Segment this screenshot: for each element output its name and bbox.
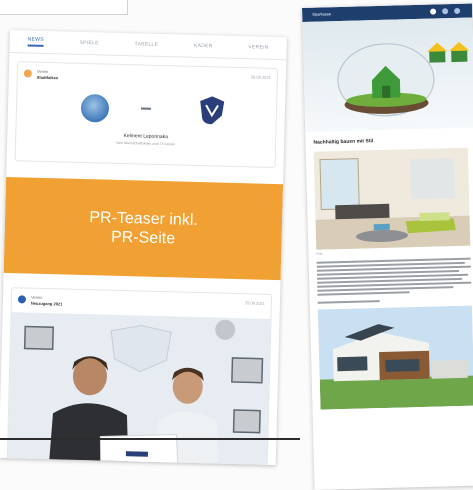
post-date: 28.08.2021 — [250, 74, 271, 80]
app-screenshot-article: Sparkasse Nachhaltig bauen mit Stil Foto — [302, 3, 473, 490]
house-image — [317, 305, 473, 410]
app-title: Sparkasse — [312, 11, 332, 17]
top-frame — [0, 0, 128, 15]
living-room-image — [313, 147, 471, 250]
match-preview: Kelment Leporinaka Vom Mannschaftskreis … — [16, 80, 277, 167]
teaser-line-2: PR-Seite — [110, 228, 176, 248]
signing-photo — [7, 312, 271, 466]
tab-verein[interactable]: VEREIN — [248, 44, 269, 51]
club-crest-icon — [200, 96, 225, 125]
news-card-match[interactable]: Verein Stadtfalken 28.08.2021 Kelment Le… — [14, 61, 279, 168]
article-body — [316, 257, 472, 304]
account-icon[interactable] — [430, 8, 437, 15]
menu-icon[interactable] — [454, 7, 461, 15]
tab-spiele[interactable]: SPIELE — [79, 40, 98, 47]
post-subtitle: Stadtfalken — [36, 74, 59, 81]
article-headline: Nachhaltig bauen mit Stil — [313, 138, 374, 146]
post-subtitle: Neuzugang 2021 — [30, 300, 63, 307]
club-avatar — [17, 295, 27, 304]
divider-line — [0, 438, 300, 440]
share-icon[interactable] — [442, 8, 449, 15]
tab-news[interactable]: NEWS — [27, 36, 44, 47]
teaser-line-1: PR-Teaser inkl. — [89, 209, 199, 229]
pr-teaser-banner[interactable]: PR-Teaser inkl. PR-Seite — [3, 176, 284, 281]
post-date: 25.08.2021 — [244, 300, 265, 306]
tab-bar: NEWS SPIELE TABELLE KADER VEREIN — [9, 30, 287, 61]
versus-dash — [140, 107, 152, 110]
hero-image-piggy-bank — [302, 17, 473, 132]
tab-tabelle[interactable]: TABELLE — [134, 41, 158, 48]
tab-kader[interactable]: KADER — [194, 43, 213, 49]
club-avatar — [23, 69, 32, 78]
player-avatar — [80, 93, 110, 123]
app-screenshot-news: NEWS SPIELE TABELLE KADER VEREIN Verein … — [0, 30, 287, 466]
